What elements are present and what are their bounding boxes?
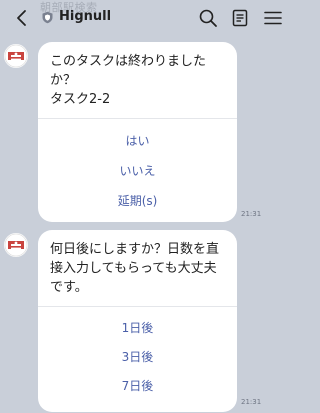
option-button[interactable]: 延期(s) xyxy=(38,191,237,211)
back-arrow-icon[interactable] xyxy=(12,8,32,28)
option-button[interactable]: いいえ xyxy=(38,161,237,181)
message-text: このタスクは終わりました か？ タスク2-2 xyxy=(50,54,207,107)
shield-icon xyxy=(42,11,53,24)
timestamp: 21:31 xyxy=(241,398,262,406)
menu-icon[interactable] xyxy=(263,8,283,28)
option-button[interactable]: はい xyxy=(38,131,237,151)
option-button[interactable]: 1日後 xyxy=(38,318,237,338)
bot-face-icon xyxy=(4,44,28,68)
option-button[interactable]: 7日後 xyxy=(38,376,237,396)
chat-title: Hignull xyxy=(59,9,112,24)
message-bubble: 何日後にしますか？日数を直 接入力してもらっても大丈夫 です。 1日後 3日後 … xyxy=(38,230,237,412)
bot-face-icon xyxy=(4,233,28,257)
chat-header: 朝部駅検索 Hignull xyxy=(0,0,300,36)
message-bubble: このタスクは終わりました か？ タスク2-2 はい いいえ 延期(s) xyxy=(38,42,237,222)
divider xyxy=(38,118,237,119)
bot-avatar[interactable] xyxy=(4,233,28,257)
notes-icon[interactable] xyxy=(230,8,250,28)
divider xyxy=(38,306,237,307)
timestamp: 21:31 xyxy=(241,210,262,218)
search-icon[interactable] xyxy=(198,8,218,28)
message-text: 何日後にしますか？日数を直 接入力してもらっても大丈夫 です。 xyxy=(50,242,220,295)
option-button[interactable]: 3日後 xyxy=(38,347,237,367)
bot-avatar[interactable] xyxy=(4,44,28,68)
